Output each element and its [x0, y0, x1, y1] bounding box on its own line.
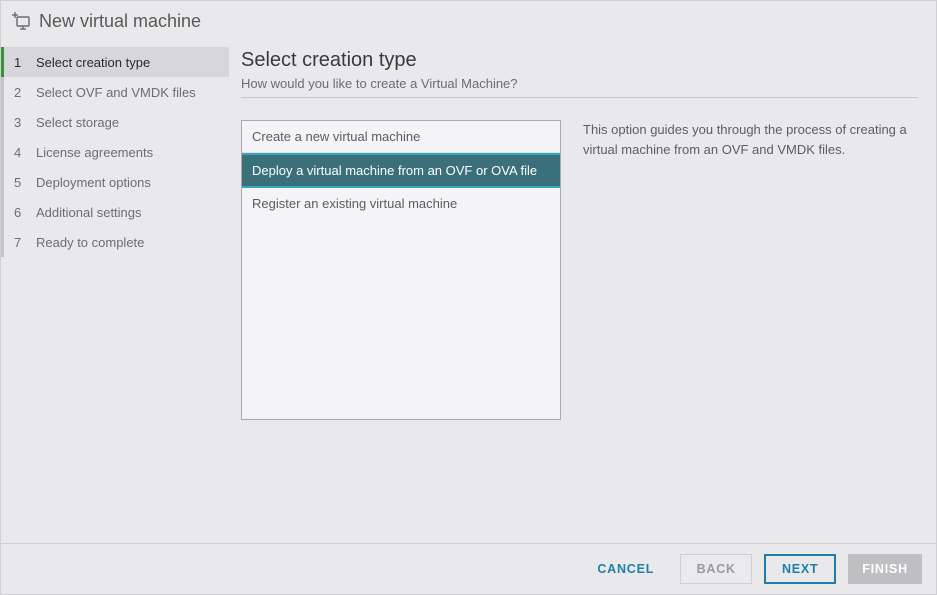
step-number: 5 — [14, 175, 30, 190]
creation-type-option-2[interactable]: Register an existing virtual machine — [242, 188, 560, 219]
page-heading: Select creation type — [241, 49, 918, 72]
option-description: This option guides you through the proce… — [583, 120, 918, 420]
wizard-main-panel: Select creation type How would you like … — [229, 41, 936, 543]
creation-type-option-0[interactable]: Create a new virtual machine — [242, 121, 560, 153]
dialog-body: 1 Select creation type 2 Select OVF and VMD… — [1, 41, 936, 543]
step-number: 3 — [14, 115, 30, 130]
step-label: Select OVF and VMDK files — [36, 85, 196, 100]
wizard-step-7[interactable]: 7 Ready to complete — [1, 227, 229, 257]
dialog-title: New virtual machine — [39, 11, 201, 32]
wizard-step-4[interactable]: 4 License agreements — [1, 137, 229, 167]
step-label: Select creation type — [36, 55, 150, 70]
wizard-step-2[interactable]: 2 Select OVF and VMDK files — [1, 77, 229, 107]
creation-type-option-1[interactable]: Deploy a virtual machine from an OVF or … — [242, 153, 560, 188]
step-number: 7 — [14, 235, 30, 250]
step-number: 2 — [14, 85, 30, 100]
finish-button[interactable]: FINISH — [848, 554, 922, 584]
step-number: 6 — [14, 205, 30, 220]
next-button[interactable]: NEXT — [764, 554, 836, 584]
wizard-step-1[interactable]: 1 Select creation type — [1, 47, 229, 77]
step-label: Select storage — [36, 115, 119, 130]
back-button[interactable]: BACK — [680, 554, 752, 584]
new-vm-icon — [11, 11, 31, 31]
wizard-step-5[interactable]: 5 Deployment options — [1, 167, 229, 197]
page-subtitle: How would you like to create a Virtual M… — [241, 76, 918, 98]
wizard-steps-sidebar: 1 Select creation type 2 Select OVF and VMD… — [1, 41, 229, 543]
step-label: Additional settings — [36, 205, 142, 220]
content-row: Create a new virtual machineDeploy a vir… — [241, 120, 918, 420]
cancel-button[interactable]: CANCEL — [583, 554, 668, 584]
step-label: Deployment options — [36, 175, 151, 190]
step-label: Ready to complete — [36, 235, 144, 250]
wizard-step-6[interactable]: 6 Additional settings — [1, 197, 229, 227]
wizard-footer: CANCEL BACK NEXT FINISH — [1, 543, 936, 594]
wizard-step-3[interactable]: 3 Select storage — [1, 107, 229, 137]
titlebar: New virtual machine — [1, 1, 936, 41]
creation-type-listbox[interactable]: Create a new virtual machineDeploy a vir… — [241, 120, 561, 420]
step-label: License agreements — [36, 145, 153, 160]
step-number: 1 — [14, 55, 30, 70]
new-vm-wizard-dialog: New virtual machine 1 Select creation typ… — [0, 0, 937, 595]
step-number: 4 — [14, 145, 30, 160]
